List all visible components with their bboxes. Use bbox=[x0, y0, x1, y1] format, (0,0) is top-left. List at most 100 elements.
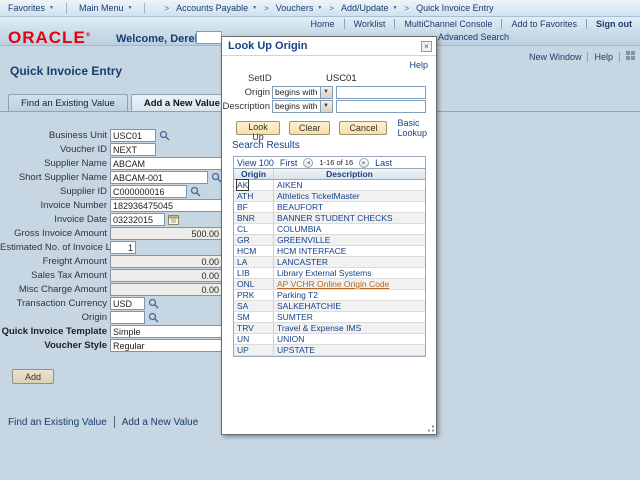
origin-search-input[interactable] bbox=[336, 86, 426, 99]
breadcrumb-accounts-payable[interactable]: Accounts Payable ▼ bbox=[176, 3, 257, 13]
origin-description-link[interactable]: Athletics TicketMaster bbox=[274, 191, 425, 201]
origin-description-link[interactable]: SALKEHATCHIE bbox=[274, 301, 425, 311]
table-row[interactable]: CLCOLUMBIA bbox=[234, 224, 425, 235]
invoice-number-input[interactable] bbox=[110, 199, 222, 212]
supplier-name-input[interactable] bbox=[110, 157, 222, 170]
add-button[interactable]: Add bbox=[12, 369, 54, 384]
last-link[interactable]: Last bbox=[375, 158, 392, 168]
multichannel-console-link[interactable]: MultiChannel Console bbox=[404, 19, 492, 29]
estimated-lines-input[interactable] bbox=[110, 241, 136, 254]
short-supplier-name-input[interactable] bbox=[110, 171, 208, 184]
origin-description-link[interactable]: HCM INTERFACE bbox=[274, 246, 425, 256]
origin-code-link[interactable]: UP bbox=[234, 345, 274, 355]
origin-description-link[interactable]: BANNER STUDENT CHECKS bbox=[274, 213, 425, 223]
breadcrumb-favorites[interactable]: Favorites ▼ bbox=[8, 3, 54, 13]
table-row[interactable]: UNUNION bbox=[234, 334, 425, 345]
table-row[interactable]: GRGREENVILLE bbox=[234, 235, 425, 246]
add-new-value-link[interactable]: Add a New Value bbox=[122, 417, 199, 428]
modal-help-link[interactable]: Help bbox=[409, 60, 428, 70]
description-search-input[interactable] bbox=[336, 100, 426, 113]
basic-lookup-link[interactable]: Basic Lookup bbox=[397, 118, 436, 138]
table-row[interactable]: BFBEAUFORT bbox=[234, 202, 425, 213]
table-row[interactable]: AK AIKEN bbox=[234, 180, 425, 191]
look-up-button[interactable]: Look Up bbox=[236, 121, 280, 135]
origin-code-link[interactable]: UN bbox=[234, 334, 274, 344]
supplier-id-input[interactable] bbox=[110, 185, 187, 198]
origin-code-link[interactable]: CL bbox=[234, 224, 274, 234]
origin-code-link[interactable]: AK bbox=[237, 180, 248, 190]
new-window-link[interactable]: New Window bbox=[529, 52, 582, 62]
cancel-button[interactable]: Cancel bbox=[339, 121, 387, 135]
quick-invoice-template-select[interactable]: Simple bbox=[110, 325, 222, 338]
origin-description-link[interactable]: Travel & Expense IMS bbox=[274, 323, 425, 333]
description-operator-select[interactable]: begins with ▼ bbox=[272, 100, 333, 113]
calendar-icon[interactable] bbox=[168, 214, 179, 225]
home-link[interactable]: Home bbox=[311, 19, 335, 29]
origin-code-link[interactable]: PRK bbox=[234, 290, 274, 300]
origin-description-link[interactable]: AIKEN bbox=[274, 180, 425, 190]
freight-amount-input[interactable] bbox=[110, 255, 222, 268]
origin-code-link[interactable]: SM bbox=[234, 312, 274, 322]
table-row[interactable]: PRKParking T2 bbox=[234, 290, 425, 301]
business-unit-input[interactable] bbox=[110, 129, 156, 142]
next-page-icon[interactable]: ► bbox=[359, 158, 369, 168]
table-row[interactable]: SASALKEHATCHIE bbox=[234, 301, 425, 312]
origin-description-link[interactable]: LANCASTER bbox=[274, 257, 425, 267]
lookup-icon[interactable] bbox=[148, 312, 159, 323]
misc-charge-amount-input[interactable] bbox=[110, 283, 222, 296]
first-link[interactable]: First bbox=[280, 158, 298, 168]
origin-code-link[interactable]: LIB bbox=[234, 268, 274, 278]
origin-description-link[interactable]: Parking T2 bbox=[274, 290, 425, 300]
resize-grip[interactable] bbox=[427, 425, 434, 432]
table-row[interactable]: ATHAthletics TicketMaster bbox=[234, 191, 425, 202]
transaction-currency-input[interactable] bbox=[110, 297, 145, 310]
voucher-style-select[interactable]: Regular bbox=[110, 339, 222, 352]
close-icon[interactable]: × bbox=[421, 41, 432, 52]
origin-description-link[interactable]: UPSTATE bbox=[274, 345, 425, 355]
gross-invoice-amount-input[interactable] bbox=[110, 227, 222, 240]
nav-grid-icon[interactable] bbox=[626, 51, 635, 62]
worklist-link[interactable]: Worklist bbox=[354, 19, 386, 29]
origin-description-link[interactable]: COLUMBIA bbox=[274, 224, 425, 234]
origin-description-link[interactable]: BEAUFORT bbox=[274, 202, 425, 212]
sales-tax-amount-input[interactable] bbox=[110, 269, 222, 282]
find-existing-value-link[interactable]: Find an Existing Value bbox=[8, 417, 107, 428]
origin-code-link[interactable]: GR bbox=[234, 235, 274, 245]
view-100-link[interactable]: View 100 bbox=[237, 158, 274, 168]
lookup-icon[interactable] bbox=[148, 298, 159, 309]
help-link[interactable]: Help bbox=[594, 52, 613, 62]
previous-page-icon[interactable]: ◄ bbox=[303, 158, 313, 168]
table-row[interactable]: LIBLibrary External Systems bbox=[234, 268, 425, 279]
origin-code-link[interactable]: HCM bbox=[234, 246, 274, 256]
origin-description-link[interactable]: SUMTER bbox=[274, 312, 425, 322]
origin-code-link[interactable]: ONL bbox=[234, 279, 274, 289]
table-row[interactable]: TRVTravel & Expense IMS bbox=[234, 323, 425, 334]
origin-code-link[interactable]: TRV bbox=[234, 323, 274, 333]
origin-operator-select[interactable]: begins with ▼ bbox=[272, 86, 333, 99]
origin-code-link[interactable]: ATH bbox=[234, 191, 274, 201]
tab-find-existing-value[interactable]: Find an Existing Value bbox=[8, 94, 128, 111]
add-to-favorites-link[interactable]: Add to Favorites bbox=[511, 19, 577, 29]
origin-code-link[interactable]: LA bbox=[234, 257, 274, 267]
advanced-search-link[interactable]: Advanced Search bbox=[438, 32, 509, 42]
lookup-icon[interactable] bbox=[190, 186, 201, 197]
header-search-select[interactable] bbox=[196, 31, 222, 44]
origin-description-link[interactable]: UNION bbox=[274, 334, 425, 344]
origin-code-link[interactable]: BF bbox=[234, 202, 274, 212]
voucher-id-input[interactable] bbox=[110, 143, 156, 156]
origin-code-link[interactable]: SA bbox=[234, 301, 274, 311]
table-row[interactable]: HCMHCM INTERFACE bbox=[234, 246, 425, 257]
sign-out-link[interactable]: Sign out bbox=[596, 19, 632, 29]
table-row[interactable]: LALANCASTER bbox=[234, 257, 425, 268]
table-row[interactable]: SMSUMTER bbox=[234, 312, 425, 323]
origin-description-link[interactable]: GREENVILLE bbox=[274, 235, 425, 245]
table-row[interactable]: UPUPSTATE bbox=[234, 345, 425, 356]
breadcrumb-vouchers[interactable]: Vouchers ▼ bbox=[276, 3, 322, 13]
table-row[interactable]: ONLAP VCHR Online Origin Code bbox=[234, 279, 425, 290]
origin-code-link[interactable]: BNR bbox=[234, 213, 274, 223]
lookup-icon[interactable] bbox=[159, 130, 170, 141]
clear-button[interactable]: Clear bbox=[289, 121, 331, 135]
breadcrumb-main-menu[interactable]: Main Menu ▼ bbox=[79, 3, 132, 13]
origin-input[interactable] bbox=[110, 311, 145, 324]
origin-description-link-hover[interactable]: AP VCHR Online Origin Code bbox=[274, 279, 425, 289]
